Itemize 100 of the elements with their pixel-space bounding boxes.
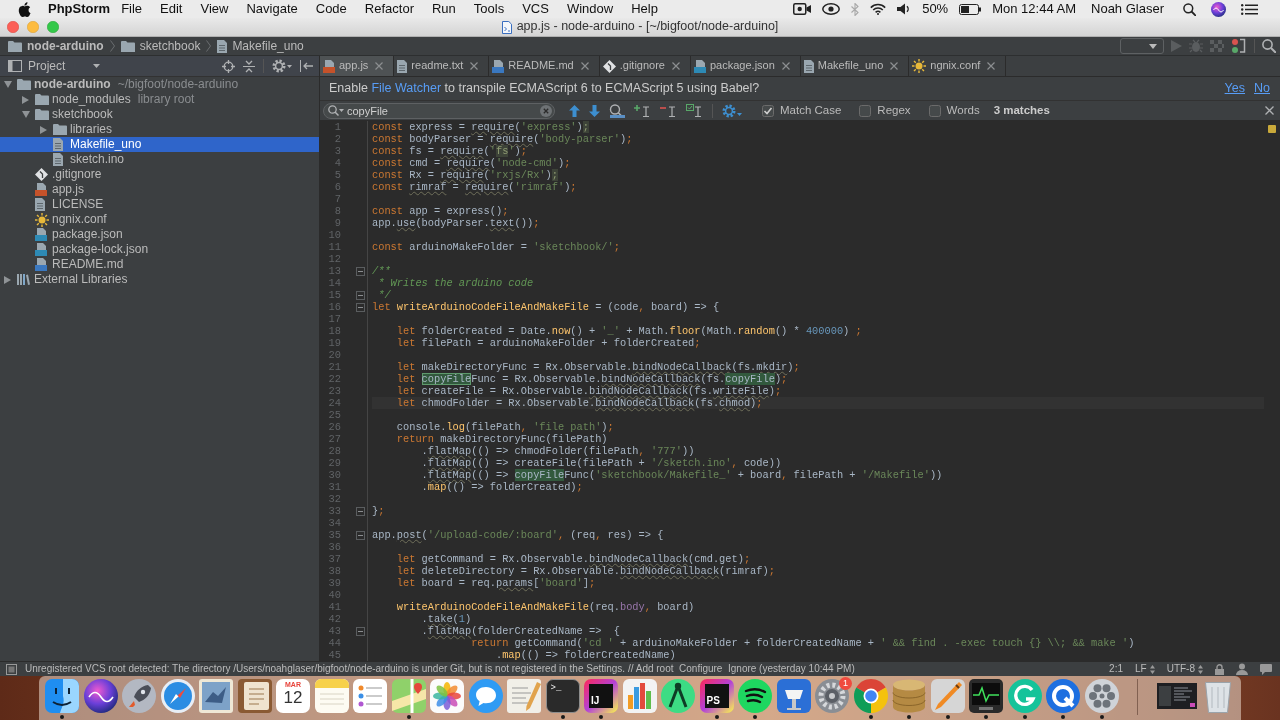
editor-tab[interactable]: ngnix.conf: [909, 56, 1007, 76]
fold-marker-icon[interactable]: [356, 266, 365, 276]
close-icon[interactable]: [987, 62, 996, 70]
eye-icon[interactable]: [822, 3, 841, 15]
editor-tab[interactable]: package.json: [691, 56, 801, 76]
editor-tab[interactable]: readme.txt: [394, 56, 490, 76]
window-thumbnail-icon[interactable]: [1156, 683, 1197, 709]
collapsed-arrow-icon[interactable]: [40, 125, 47, 134]
collapsed-arrow-icon[interactable]: [22, 95, 29, 104]
menu-item[interactable]: Refactor: [355, 0, 423, 18]
plus-cursor-icon[interactable]: [634, 104, 651, 117]
apple-logo-icon[interactable]: [18, 1, 31, 17]
gradient-orb-icon[interactable]: [1211, 1, 1226, 17]
settings-icon[interactable]: [722, 103, 742, 118]
close-icon[interactable]: [375, 62, 384, 70]
tree-item[interactable]: node-arduino ~/bigfoot/node-arduino: [0, 77, 245, 92]
window-close-button[interactable]: [7, 21, 19, 33]
caret-position[interactable]: 2:1: [1109, 662, 1123, 676]
menu-item[interactable]: Code: [306, 0, 356, 18]
breadcrumb[interactable]: sketchbook: [120, 38, 201, 54]
editor-tab[interactable]: README.md: [489, 56, 600, 76]
collapse-arrows-icon[interactable]: [243, 59, 255, 73]
menu-item[interactable]: VCS: [513, 0, 558, 18]
drafting-compass-icon[interactable]: [661, 679, 695, 713]
tree-item[interactable]: libraries: [0, 122, 118, 137]
close-icon[interactable]: [890, 62, 899, 70]
speech-bubble-icon[interactable]: [1260, 663, 1272, 675]
menu-item[interactable]: Help: [622, 0, 667, 18]
app-logo-tile[interactable]: PS: [699, 679, 734, 713]
database-icon[interactable]: [892, 679, 926, 713]
close-icon[interactable]: [470, 62, 479, 70]
rocket-icon[interactable]: [122, 679, 156, 713]
collapsed-arrow-icon[interactable]: [4, 275, 11, 284]
down-arrow-icon[interactable]: [589, 104, 600, 117]
tree-item[interactable]: package.json: [0, 227, 129, 242]
project-view-dropdown[interactable]: Project: [28, 58, 101, 74]
video-camera-icon[interactable]: [793, 3, 812, 15]
tree-item[interactable]: sketch.ino: [0, 152, 131, 167]
expanded-arrow-icon[interactable]: [4, 81, 12, 88]
action-link[interactable]: No: [1254, 80, 1270, 97]
app-logo-tile[interactable]: IJ: [584, 679, 618, 713]
lectern-icon[interactable]: [776, 679, 811, 713]
speaker-icon[interactable]: [897, 3, 912, 15]
fold-marker-icon[interactable]: [356, 530, 365, 540]
breadcrumb[interactable]: node-arduino: [8, 38, 104, 54]
tree-item[interactable]: Makefile_uno: [0, 137, 319, 152]
fold-marker-icon[interactable]: [356, 290, 365, 300]
checkbox-label[interactable]: Words: [946, 103, 980, 118]
menu-item[interactable]: View: [191, 0, 238, 18]
close-icon[interactable]: [580, 62, 589, 70]
tree-item[interactable]: app.js: [0, 182, 91, 197]
gear-icon[interactable]: [815, 679, 849, 713]
editor-tab[interactable]: app.js: [320, 56, 395, 76]
terminal-tile[interactable]: >_: [545, 679, 580, 713]
close-icon[interactable]: [1265, 106, 1274, 115]
checklist-icon[interactable]: [353, 679, 387, 713]
search-icon[interactable]: [1183, 2, 1196, 16]
wifi-icon[interactable]: [870, 3, 887, 15]
menu-item[interactable]: Navigate: [237, 0, 307, 18]
tree-item[interactable]: External Libraries: [0, 272, 134, 287]
action-link[interactable]: Yes: [1224, 80, 1245, 97]
menu-item[interactable]: Tools: [464, 0, 514, 18]
clear-icon[interactable]: [540, 104, 552, 117]
tree-item[interactable]: README.md: [0, 257, 130, 272]
stamp-icon[interactable]: [199, 679, 233, 713]
pinwheel-icon[interactable]: [430, 679, 464, 713]
file-watcher-link[interactable]: File Watcher: [371, 80, 442, 95]
checkbox-label[interactable]: Match Case: [780, 103, 842, 118]
map-icon[interactable]: [391, 679, 426, 713]
checkbox[interactable]: [762, 104, 774, 117]
heartbeat-monitor-icon[interactable]: [969, 679, 1003, 713]
encoding-selector[interactable]: UTF-8: [1166, 662, 1203, 676]
magnifier-underline-icon[interactable]: [609, 103, 625, 118]
compass-icon[interactable]: [160, 679, 195, 713]
battery-icon[interactable]: [959, 3, 982, 15]
address-book-icon[interactable]: [237, 679, 272, 713]
checkbox[interactable]: [859, 104, 872, 117]
line-separator-selector[interactable]: LF: [1135, 662, 1155, 676]
breadcrumb[interactable]: Makefile_uno: [217, 38, 304, 54]
close-icon[interactable]: [781, 62, 790, 70]
menu-item[interactable]: Run: [422, 0, 465, 18]
list-icon[interactable]: [1241, 3, 1258, 15]
arrow-to-bar-icon[interactable]: [300, 60, 313, 72]
fold-marker-icon[interactable]: [356, 626, 365, 636]
editor-tab[interactable]: Makefile_uno: [800, 56, 910, 76]
clock[interactable]: Mon 12:44 AM: [992, 0, 1076, 18]
speech-bubble-icon[interactable]: [468, 679, 503, 713]
up-arrow-icon[interactable]: [569, 104, 580, 117]
search-field[interactable]: copyFile: [323, 102, 555, 119]
nested-square-icon[interactable]: [6, 663, 17, 675]
settings-icon[interactable]: [272, 59, 292, 73]
tree-item[interactable]: LICENSE: [0, 197, 110, 212]
crosshair-icon[interactable]: [222, 59, 235, 73]
checkbox-label[interactable]: Regex: [877, 103, 911, 118]
tree-item[interactable]: ngnix.conf: [0, 212, 113, 227]
fold-marker-icon[interactable]: [356, 506, 365, 516]
close-icon[interactable]: [672, 62, 680, 70]
menu-item[interactable]: Edit: [151, 0, 192, 18]
person-icon[interactable]: [1236, 663, 1248, 675]
segmented-circle-icon[interactable]: [853, 679, 888, 713]
